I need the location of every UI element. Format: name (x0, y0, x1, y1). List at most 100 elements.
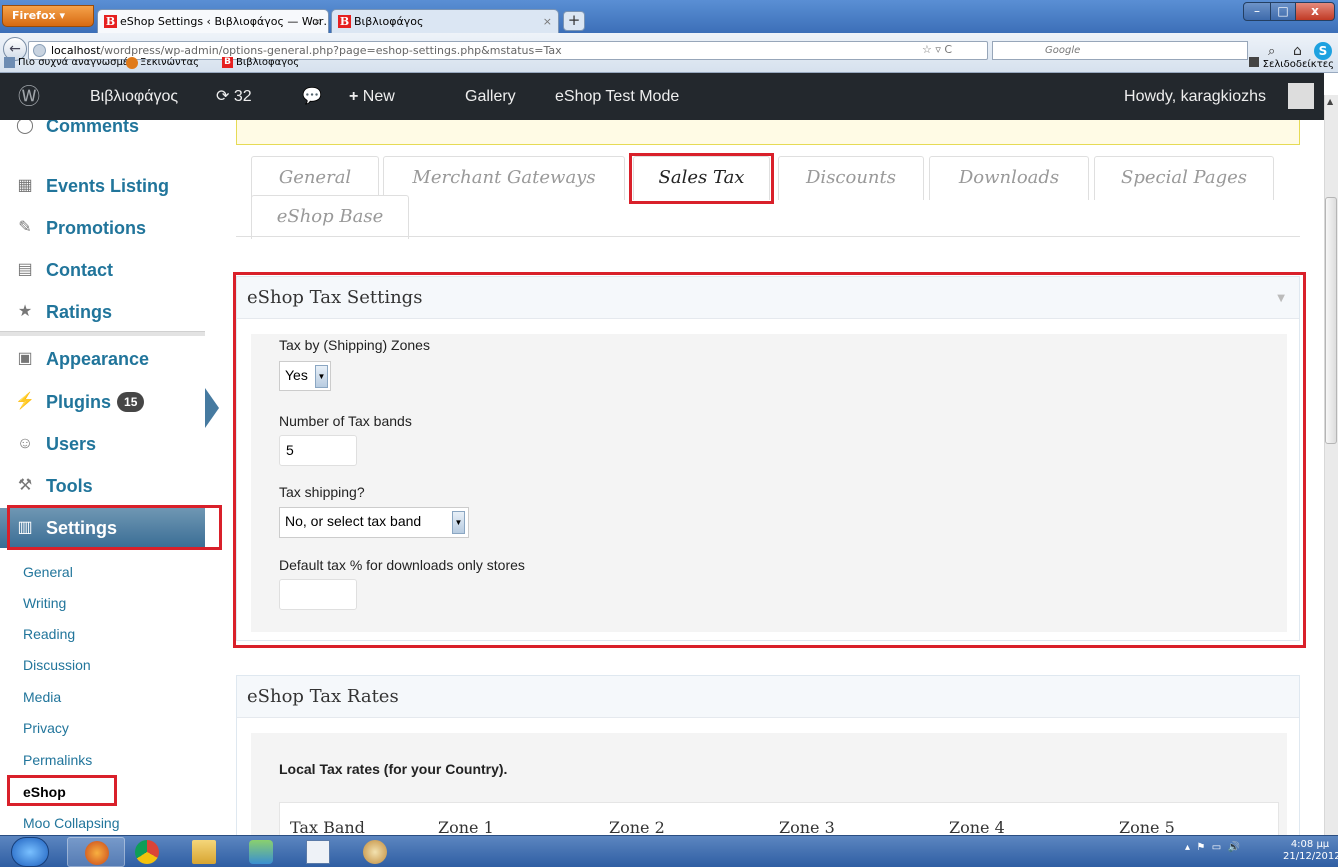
menu-appearance[interactable]: ▣ Appearance (0, 339, 205, 379)
plugins-update-badge: 15 (117, 392, 145, 412)
updates-count: 32 (233, 88, 252, 105)
tab-title: Βιβλιοφάγος (354, 15, 424, 28)
blog-favicon-icon: B (104, 15, 117, 28)
bookmark-getting-started[interactable]: Ξεκινώντας (140, 57, 199, 68)
menu-users[interactable]: ☺ Users (0, 424, 205, 464)
menu-ratings[interactable]: ★ Ratings (0, 292, 205, 332)
taskbar-explorer[interactable] (175, 837, 233, 867)
tab-downloads[interactable]: Downloads (929, 156, 1089, 200)
document-icon (306, 840, 330, 864)
highlight-box-settings (7, 505, 222, 550)
menu-label: Plugins (46, 392, 112, 412)
submenu-writing[interactable]: Writing (23, 595, 66, 611)
avatar[interactable] (1288, 83, 1314, 109)
tab-merchant-gateways[interactable]: Merchant Gateways (383, 156, 625, 200)
plugins-icon: ⚡ (15, 393, 35, 410)
menu-label: Contact (46, 260, 113, 280)
bookmarks-menu-button[interactable]: Σελιδοδείκτες (1248, 57, 1334, 70)
taskbar-chrome[interactable] (118, 837, 176, 867)
menu-label: Users (46, 434, 97, 454)
promotions-icon: ✎ (18, 219, 32, 236)
page-scrollbar-thumb[interactable] (1325, 197, 1337, 444)
eshop-test-mode-link[interactable]: eShop Test Mode (543, 73, 691, 120)
submenu-media[interactable]: Media (23, 689, 61, 705)
bookmark-folder-icon (4, 57, 15, 68)
new-content-link[interactable]: + New (337, 73, 407, 120)
clock-time: 4:08 μμ (1290, 839, 1330, 850)
menu-label: Promotions (46, 218, 147, 238)
submenu-permalinks[interactable]: Permalinks (23, 752, 92, 768)
site-name-link[interactable]: Βιβλιοφάγος (78, 73, 190, 120)
menu-label: Ratings (46, 302, 113, 322)
menu-contact[interactable]: ▤ Contact (0, 250, 205, 290)
gallery-link[interactable]: Gallery (453, 73, 528, 120)
wp-admin-sidebar: ◯ Comments ▦ Events Listing ✎ Promotions ▤ C… (0, 120, 208, 835)
browser-tab-eshop-settings[interactable]: B eShop Settings ‹ Βιβλιοφάγος — Wor… × (97, 9, 329, 33)
taskbar-document[interactable] (289, 837, 347, 867)
taskbar-paint[interactable] (346, 837, 404, 867)
updates-link[interactable]: ⟳ 32 (204, 73, 264, 120)
system-tray-icons[interactable]: ▴ ⚑ ▭ 🔊 (1185, 842, 1240, 853)
scroll-up-arrow-icon[interactable]: ▲ (1327, 97, 1333, 106)
panel-title: eShop Tax Rates (247, 686, 399, 707)
windows-taskbar: ▴ ⚑ ▭ 🔊 4:08 μμ 21/12/2012 (0, 835, 1338, 867)
tax-rates-title[interactable]: eShop Tax Rates (237, 676, 1299, 718)
submenu-discussion[interactable]: Discussion (23, 657, 91, 673)
tab-special-pages[interactable]: Special Pages (1094, 156, 1274, 200)
maximize-window-button[interactable]: □ (1270, 2, 1296, 21)
close-tab-icon[interactable]: × (543, 15, 552, 28)
menu-plugins[interactable]: ⚡ Plugins 15 (0, 382, 205, 422)
highlight-box-eshop (7, 775, 117, 806)
users-icon: ☺ (16, 435, 34, 452)
highlight-box-sales-tax (629, 153, 774, 204)
wordpress-logo-icon[interactable]: Ⓦ (0, 73, 58, 120)
firefox-icon (85, 841, 109, 865)
paint-icon (363, 840, 387, 864)
clock-date: 21/12/2012 (1283, 851, 1338, 862)
minimize-window-button[interactable]: – (1243, 2, 1271, 21)
plus-icon: + (349, 88, 363, 105)
menu-tools[interactable]: ⚒ Tools (0, 466, 205, 506)
tab-discounts[interactable]: Discounts (778, 156, 924, 200)
bookmark-vivliofagos[interactable]: Βιβλιοφαγος (236, 57, 299, 68)
start-orb-icon[interactable] (11, 837, 49, 867)
tools-icon: ⚒ (17, 477, 33, 494)
bookmarks-menu-label: Σελιδοδείκτες (1262, 59, 1334, 70)
updates-icon: ⟳ (216, 88, 234, 105)
menu-label: Tools (46, 476, 93, 496)
appearance-icon: ▣ (17, 350, 33, 367)
close-tab-icon[interactable]: × (313, 15, 322, 28)
new-tab-button[interactable]: + (563, 11, 585, 31)
submenu-moo-collapsing[interactable]: Moo Collapsing (23, 815, 120, 831)
menu-label: Appearance (46, 349, 150, 369)
bookmark-most-visited[interactable]: Πιο συχνά αναγνωσμέ... (18, 57, 138, 68)
menu-promotions[interactable]: ✎ Promotions (0, 208, 205, 248)
submenu-reading[interactable]: Reading (23, 626, 75, 642)
tab-general[interactable]: General (251, 156, 379, 200)
settings-current-arrow (205, 388, 219, 428)
menu-events-listing[interactable]: ▦ Events Listing (0, 166, 205, 206)
taskbar-firefox[interactable] (67, 837, 125, 867)
tab-title: eShop Settings ‹ Βιβλιοφάγος — Wor… (120, 15, 329, 28)
users-icon (249, 840, 273, 864)
comments-icon: ◯ (16, 120, 34, 134)
submenu-general[interactable]: General (23, 564, 73, 580)
star-icon (1248, 57, 1259, 67)
howdy-user-link[interactable]: Howdy, karagkiozhs (1112, 73, 1316, 120)
menu-comments[interactable]: ◯ Comments (0, 120, 205, 146)
firefox-icon (126, 57, 138, 69)
admin-notice (236, 120, 1300, 145)
tab-eshop-base[interactable]: eShop Base (251, 195, 409, 239)
submenu-privacy[interactable]: Privacy (23, 720, 69, 736)
menu-separator (0, 331, 205, 336)
local-tax-heading: Local Tax rates (for your Country). (279, 761, 508, 777)
browser-tab-vivliofagos[interactable]: B Βιβλιοφάγος × (331, 9, 559, 33)
firefox-menu-button[interactable]: Firefox ▾ (2, 5, 94, 27)
close-window-button[interactable]: x (1295, 2, 1335, 21)
new-label: New (362, 88, 395, 105)
taskbar-people[interactable] (232, 837, 290, 867)
comments-bubble-icon[interactable]: 💬 (290, 73, 334, 120)
taskbar-clock[interactable]: 4:08 μμ 21/12/2012 (1283, 839, 1338, 863)
folder-icon (192, 840, 216, 864)
contact-icon: ▤ (17, 261, 33, 278)
